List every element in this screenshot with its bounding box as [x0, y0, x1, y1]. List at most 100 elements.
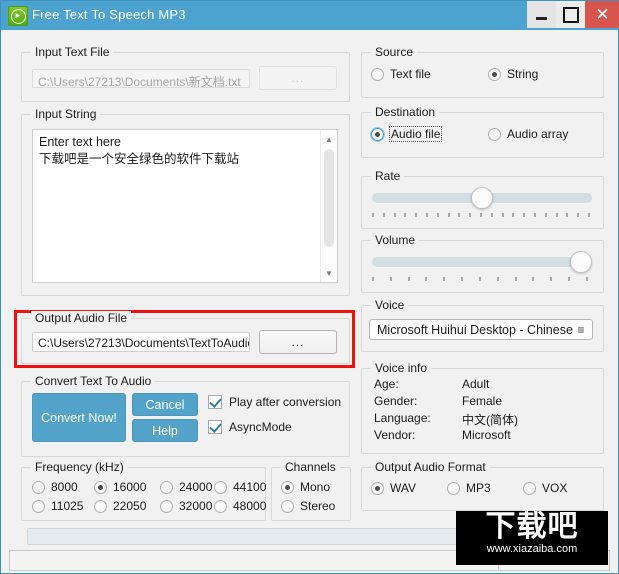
source-label-string: String	[507, 67, 539, 81]
channels-label-stereo: Stereo	[300, 499, 336, 513]
checkmark-icon	[208, 420, 222, 434]
voice-info-gender-value: Female	[462, 394, 503, 408]
volume-legend: Volume	[371, 233, 420, 247]
output-format-option-vox[interactable]: VOX	[523, 481, 567, 495]
volume-slider-knob[interactable]	[570, 251, 592, 273]
channels-option-mono[interactable]: Mono	[281, 480, 330, 494]
destination-option-audio-array[interactable]: Audio array	[488, 127, 568, 141]
frequency-group: Frequency (kHz) 8000 16000 24000 44100 1…	[21, 460, 266, 521]
input-string-textarea[interactable]: Enter text here 下载吧是一个安全绿色的软件下载站 ▲ ▼	[32, 129, 338, 283]
radio-icon	[160, 499, 173, 513]
cancel-button[interactable]: Cancel	[132, 393, 198, 416]
radio-icon	[214, 480, 227, 494]
frequency-option-16000[interactable]: 16000	[94, 480, 146, 494]
input-text-file-browse-button[interactable]: ...	[259, 66, 337, 90]
radio-icon-selected	[371, 127, 384, 141]
output-audio-file-group: Output Audio File C:\Users\27213\Documen…	[21, 311, 350, 364]
convert-group: Convert Text To Audio Convert Now! Cance…	[21, 374, 350, 457]
frequency-option-44100[interactable]: 44100	[214, 480, 266, 494]
voice-info-legend: Voice info	[371, 361, 432, 375]
title-bar: ► Free Text To Speech MP3 ✕	[1, 1, 619, 30]
volume-slider-track[interactable]	[372, 257, 592, 267]
watermark-url: www.xiazaiba.com	[486, 543, 578, 555]
rate-slider-ticks	[372, 213, 590, 217]
frequency-label-32000: 32000	[179, 499, 213, 513]
maximize-button[interactable]	[556, 1, 585, 28]
output-format-group: Output Audio Format WAV MP3 VOX	[361, 460, 604, 511]
radio-icon	[32, 480, 45, 494]
frequency-label-44100: 44100	[233, 480, 267, 494]
convert-legend: Convert Text To Audio	[31, 374, 156, 388]
channels-option-stereo[interactable]: Stereo	[281, 499, 335, 513]
output-audio-file-path[interactable]: C:\Users\27213\Documents\TextToAudio.w	[32, 332, 250, 352]
voice-info-age-value: Adult	[462, 377, 490, 391]
scrollbar-thumb[interactable]	[324, 149, 334, 247]
voice-selected-value: Microsoft Huihui Desktop - Chinese (Sir	[377, 322, 574, 337]
output-audio-file-legend: Output Audio File	[31, 311, 132, 325]
status-bar-cell-main	[10, 551, 499, 570]
radio-icon-selected	[94, 480, 107, 494]
source-option-string[interactable]: String	[488, 67, 538, 81]
close-button[interactable]: ✕	[585, 1, 619, 28]
help-button[interactable]: Help	[132, 419, 198, 442]
voice-info-age-label: Age:	[374, 377, 399, 391]
rate-slider[interactable]	[372, 187, 592, 219]
frequency-option-22050[interactable]: 22050	[94, 499, 146, 513]
radio-icon	[488, 127, 501, 141]
destination-option-audio-file[interactable]: Audio file	[371, 126, 443, 142]
frequency-option-32000[interactable]: 32000	[160, 499, 212, 513]
window-controls: ✕	[527, 1, 619, 28]
source-group: Source Text file String	[361, 45, 604, 98]
voice-combobox[interactable]: Microsoft Huihui Desktop - Chinese (Sir …	[369, 319, 593, 340]
volume-slider-ticks	[372, 277, 588, 281]
minimize-button[interactable]	[527, 1, 556, 28]
voice-legend: Voice	[371, 298, 409, 312]
radio-icon	[94, 499, 107, 513]
output-audio-file-browse-button[interactable]: ...	[259, 330, 337, 354]
radio-icon-selected	[488, 67, 501, 81]
scroll-up-icon[interactable]: ▲	[321, 131, 337, 147]
volume-slider[interactable]	[372, 251, 592, 283]
frequency-option-24000[interactable]: 24000	[160, 480, 212, 494]
voice-info-language-label: Language:	[374, 411, 431, 425]
convert-now-button[interactable]: Convert Now!	[32, 393, 126, 442]
output-format-option-wav[interactable]: WAV	[371, 481, 416, 495]
channels-legend: Channels	[281, 460, 340, 474]
rate-legend: Rate	[371, 169, 405, 183]
play-after-conversion-checkbox[interactable]: Play after conversion	[208, 395, 341, 409]
input-text-file-legend: Input Text File	[31, 45, 114, 59]
async-mode-checkbox[interactable]: AsyncMode	[208, 420, 292, 434]
source-legend: Source	[371, 45, 418, 59]
speaker-play-icon: ►	[10, 8, 26, 24]
frequency-label-8000: 8000	[51, 480, 78, 494]
voice-info-group: Voice info Age: Adult Gender: Female Lan…	[361, 361, 604, 454]
dropdown-icon[interactable]: ≡	[574, 323, 588, 337]
source-option-text-file[interactable]: Text file	[371, 67, 431, 81]
voice-group: Voice Microsoft Huihui Desktop - Chinese…	[361, 298, 604, 352]
input-text-file-group: Input Text File C:\Users\27213\Documents…	[21, 45, 350, 102]
voice-info-gender-label: Gender:	[374, 394, 418, 408]
rate-group: Rate	[361, 169, 604, 229]
rate-slider-knob[interactable]	[471, 187, 493, 209]
output-format-label-mp3: MP3	[466, 481, 491, 495]
radio-icon	[523, 481, 536, 495]
app-window: ► Free Text To Speech MP3 ✕ Input Text F…	[0, 0, 619, 574]
frequency-option-48000[interactable]: 48000	[214, 499, 266, 513]
frequency-option-11025[interactable]: 11025	[32, 499, 83, 513]
frequency-label-48000: 48000	[233, 499, 267, 513]
input-text-file-path[interactable]: C:\Users\27213\Documents\新文档.txt	[32, 69, 250, 88]
input-string-scrollbar[interactable]: ▲ ▼	[320, 130, 337, 282]
frequency-option-8000[interactable]: 8000	[32, 480, 78, 494]
voice-info-vendor-label: Vendor:	[374, 428, 416, 442]
app-icon: ►	[8, 6, 28, 26]
scroll-down-icon[interactable]: ▼	[321, 265, 337, 281]
radio-icon-selected	[371, 481, 384, 495]
input-string-group: Input String Enter text here 下载吧是一个安全绿色的…	[21, 107, 350, 296]
output-format-option-mp3[interactable]: MP3	[447, 481, 491, 495]
frequency-label-24000: 24000	[179, 480, 213, 494]
frequency-legend: Frequency (kHz)	[31, 460, 128, 474]
radio-icon	[371, 67, 384, 81]
destination-label-audio-file: Audio file	[388, 126, 443, 142]
output-format-label-vox: VOX	[542, 481, 568, 495]
frequency-label-16000: 16000	[113, 480, 147, 494]
